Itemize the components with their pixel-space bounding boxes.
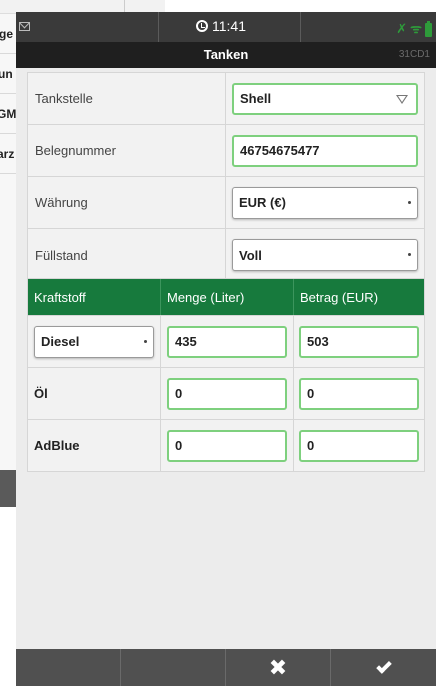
oel-menge-input[interactable]: 0 (167, 377, 287, 410)
background-list-item: ge (0, 14, 16, 54)
background-list-item: GM (0, 94, 16, 134)
tankstelle-label: Tankstelle (28, 73, 226, 124)
status-bar-divider (300, 12, 301, 42)
waehrung-value: EUR (€) (239, 195, 286, 210)
mail-icon (19, 22, 30, 31)
waehrung-select[interactable]: EUR (€) (232, 186, 418, 219)
background-app-list: ge un GM arz (0, 14, 16, 174)
refuel-form: Tankstelle Shell Belegnummer 46754675477… (27, 72, 425, 282)
column-header-betrag: Betrag (EUR) (300, 289, 379, 305)
menge-cell: 0 (161, 368, 294, 419)
column-header-kraftstoff: Kraftstoff (28, 279, 161, 315)
table-row: AdBlue 0 0 (28, 419, 424, 471)
kraftstoff-value: Diesel (41, 334, 80, 349)
background-list-item-label: GM (0, 106, 16, 121)
select-indicator-icon (144, 339, 147, 343)
device-code: 31CD1 (398, 49, 430, 60)
betrag-cell: 503 (294, 316, 424, 367)
belegnummer-value: 46754675477 (240, 143, 320, 158)
form-row-fuellstand: Füllstand Voll (28, 229, 424, 281)
kraftstoff-label: Öl (28, 368, 161, 419)
form-row-tankstelle: Tankstelle Shell (28, 73, 424, 125)
adblue-betrag-value: 0 (307, 438, 315, 453)
connectivity-indicators: ✗ ᯤ (396, 19, 432, 37)
footer-empty-button-1[interactable] (16, 649, 121, 686)
belegnummer-input[interactable]: 46754675477 (232, 134, 418, 167)
adblue-menge-input[interactable]: 0 (167, 429, 287, 462)
table-row: Diesel 435 503 (28, 315, 424, 367)
form-row-waehrung: Währung EUR (€) (28, 177, 424, 229)
tanken-screen: 11:41 ✗ ᯤ Tanken 31CD1 Tankstelle Shell … (16, 12, 436, 686)
adblue-betrag-input[interactable]: 0 (299, 429, 419, 462)
footer-toolbar: ✖ (16, 649, 436, 686)
betrag-cell: 0 (294, 368, 424, 419)
fuellstand-value: Voll (239, 247, 262, 263)
kraftstoff-label: AdBlue (28, 420, 161, 471)
clock: 11:41 (196, 18, 246, 34)
tankstelle-value: Shell (240, 91, 272, 106)
title-bar: Tanken 31CD1 (16, 42, 436, 68)
diesel-menge-input[interactable]: 435 (167, 325, 287, 358)
status-bar: 11:41 ✗ ᯤ (16, 12, 436, 42)
status-bar-divider (158, 12, 159, 42)
belegnummer-label: Belegnummer (28, 125, 226, 176)
fuellstand-select[interactable]: Voll (232, 239, 418, 271)
clock-icon (196, 20, 208, 32)
background-list-item-label: ge (0, 26, 14, 41)
menge-cell: 0 (161, 420, 294, 471)
background-app-bottom-bar (0, 470, 16, 507)
belegnummer-cell: 46754675477 (226, 125, 424, 176)
column-header-menge: Menge (Liter) (161, 279, 294, 315)
battery-icon (425, 21, 432, 37)
fuel-table: Kraftstoff Menge (Liter) Betrag (EUR) Di… (27, 278, 425, 472)
diesel-menge-value: 435 (175, 334, 197, 349)
diesel-betrag-input[interactable]: 503 (299, 325, 419, 358)
form-row-belegnummer: Belegnummer 46754675477 (28, 125, 424, 177)
close-icon: ✖ (268, 654, 288, 680)
kraftstoff-cell: Diesel (28, 316, 161, 367)
background-list-item-label: arz (0, 146, 15, 161)
waehrung-cell: EUR (€) (226, 177, 424, 228)
check-icon (375, 657, 392, 674)
clock-time: 11:41 (212, 18, 246, 34)
confirm-button[interactable] (331, 649, 436, 686)
cancel-button[interactable]: ✖ (226, 649, 331, 686)
diesel-betrag-value: 503 (307, 334, 329, 349)
oel-betrag-value: 0 (307, 386, 315, 401)
background-list-item: arz (0, 134, 16, 174)
kraftstoff-select[interactable]: Diesel (34, 325, 154, 358)
gps-off-icon: ✗ (396, 21, 408, 36)
table-row: Öl 0 0 (28, 367, 424, 419)
menge-cell: 435 (161, 316, 294, 367)
tankstelle-cell: Shell (226, 73, 424, 124)
fuellstand-cell: Voll (226, 229, 424, 281)
oel-menge-value: 0 (175, 386, 183, 401)
adblue-menge-value: 0 (175, 438, 183, 453)
dropdown-triangle-icon (396, 94, 408, 104)
oel-betrag-input[interactable]: 0 (299, 377, 419, 410)
background-list-item-label: un (0, 66, 13, 81)
fuel-table-header: Kraftstoff Menge (Liter) Betrag (EUR) (28, 279, 424, 315)
fuellstand-label: Füllstand (28, 229, 226, 281)
footer-empty-button-2[interactable] (121, 649, 226, 686)
page-title: Tanken (203, 47, 249, 62)
select-indicator-icon (408, 200, 411, 204)
betrag-cell: 0 (294, 420, 424, 471)
wifi-icon: ᯤ (410, 21, 422, 36)
waehrung-label: Währung (28, 177, 226, 228)
background-list-item: un (0, 54, 16, 94)
select-indicator-icon (408, 253, 411, 256)
tankstelle-dropdown[interactable]: Shell (232, 82, 418, 115)
